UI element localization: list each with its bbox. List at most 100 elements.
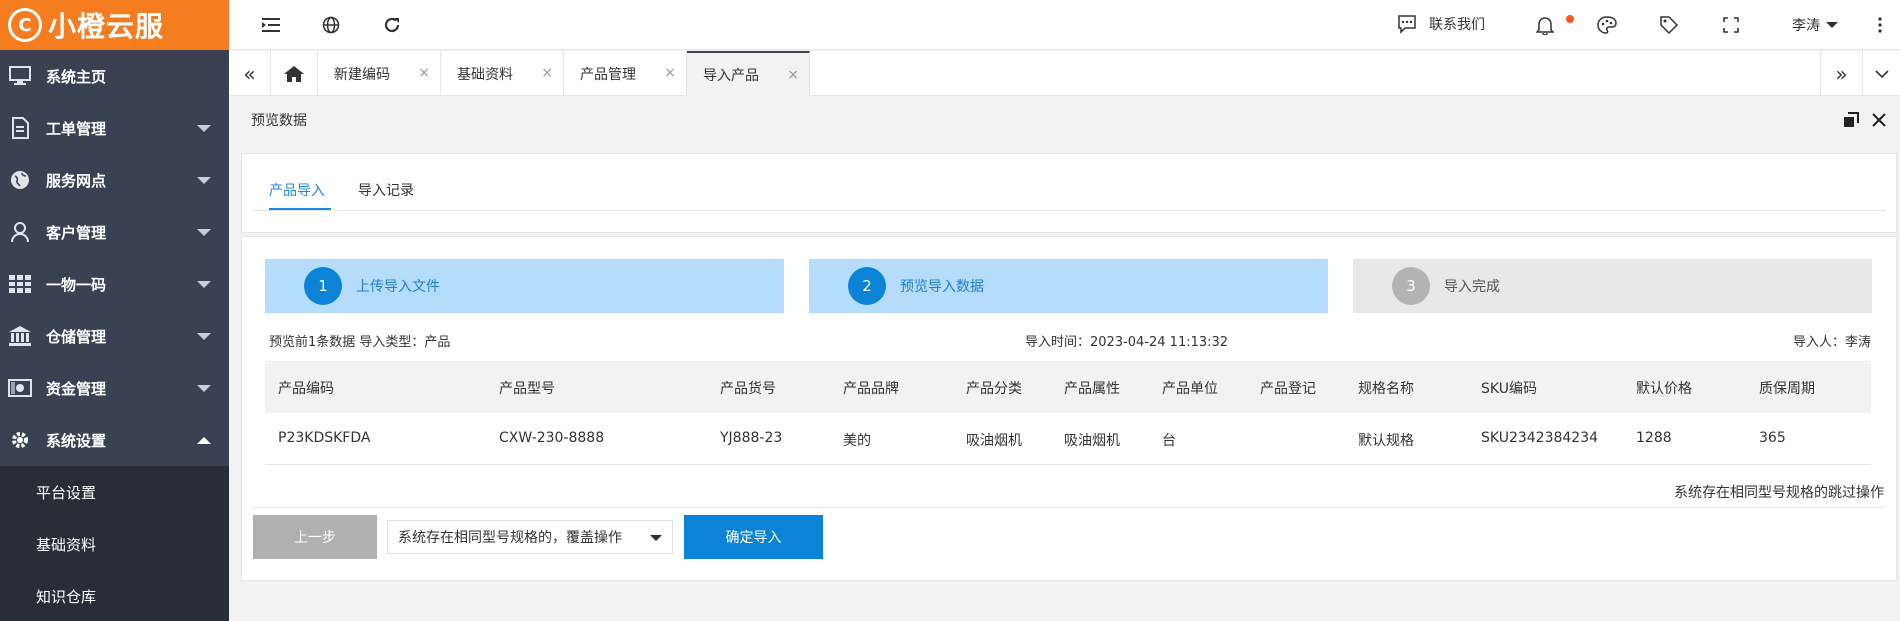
user-name: 李涛 <box>1792 18 1820 34</box>
column-header: 默认价格 <box>1636 381 1692 397</box>
close-icon[interactable]: × <box>418 65 430 81</box>
column-header: 产品属性 <box>1064 381 1120 397</box>
logo-mark-icon: C <box>8 8 42 42</box>
previous-step-button[interactable]: 上一步 <box>253 515 377 559</box>
tab-label: 产品管理 <box>580 66 636 83</box>
settings-submenu: 平台设置 基础资料 知识仓库 <box>0 466 229 621</box>
import-preview-card: 1 上传导入文件 2 预览导入数据 3 导入完成 预览前1条数据 导入类型：产品… <box>241 236 1897 581</box>
step-label: 上传导入文件 <box>356 279 440 295</box>
contact-us-link[interactable]: 联系我们 <box>1397 14 1485 34</box>
restore-window-icon[interactable] <box>1841 110 1861 130</box>
sidebar-item-label: 仓储管理 <box>46 327 107 346</box>
submenu-item-basic-data[interactable]: 基础资料 <box>0 518 229 570</box>
importer: 导入人：李涛 <box>1792 335 1871 350</box>
menu-toggle-icon[interactable] <box>259 13 283 37</box>
step-number: 1 <box>304 267 342 305</box>
globe-icon <box>8 169 32 191</box>
import-tabs-card: 产品导入 导入记录 <box>241 153 1897 233</box>
close-icon[interactable]: × <box>541 65 553 81</box>
sidebar-item-settings[interactable]: 系统设置 <box>0 414 229 466</box>
confirm-import-button[interactable]: 确定导入 <box>684 515 823 559</box>
tab-label: 导入产品 <box>703 67 759 84</box>
caret-up-icon <box>197 437 211 444</box>
close-icon[interactable]: × <box>787 67 799 83</box>
sidebar-item-service-points[interactable]: 服务网点 <box>0 154 229 206</box>
bell-icon[interactable] <box>1533 13 1557 37</box>
caret-down-icon <box>197 333 211 340</box>
home-tab[interactable] <box>271 51 318 96</box>
sidebar-item-workorders[interactable]: 工单管理 <box>0 102 229 154</box>
contact-us-label: 联系我们 <box>1429 17 1485 33</box>
user-icon <box>8 221 32 243</box>
step-number: 3 <box>1392 267 1430 305</box>
duplicate-handling-select[interactable]: 系统存在相同型号规格的，覆盖操作 <box>387 520 673 554</box>
sidebar-item-home[interactable]: 系统主页 <box>0 50 229 102</box>
column-header: 规格名称 <box>1358 381 1414 397</box>
more-vertical-icon[interactable] <box>1868 13 1892 37</box>
table-cell: 台 <box>1162 433 1176 449</box>
sidebar: C 小橙云服 系统主页 工单管理 服务网点 客户管理 一物一码 仓储管理 资金管… <box>0 0 229 621</box>
table-cell: 1288 <box>1636 430 1672 446</box>
page-title: 预览数据 <box>251 113 307 129</box>
globe-icon[interactable] <box>319 13 343 37</box>
sidebar-item-warehouse[interactable]: 仓储管理 <box>0 310 229 362</box>
refresh-icon[interactable] <box>380 13 404 37</box>
preview-table: 产品编码 产品型号 产品货号 产品品牌 产品分类 产品属性 产品单位 产品登记 … <box>265 361 1871 465</box>
tabs-scroll-right-icon[interactable]: » <box>1820 51 1862 96</box>
skip-duplicate-note: 系统存在相同型号规格的跳过操作 <box>1674 485 1884 501</box>
tag-icon[interactable] <box>1657 13 1681 37</box>
submenu-item-knowledge-base[interactable]: 知识仓库 <box>0 570 229 621</box>
tab-new-code[interactable]: 新建编码 × <box>318 51 441 96</box>
column-header: 产品品牌 <box>843 381 899 397</box>
column-header: 质保周期 <box>1759 381 1815 397</box>
sidebar-item-customers[interactable]: 客户管理 <box>0 206 229 258</box>
column-header: 产品货号 <box>720 381 776 397</box>
grid-icon <box>8 273 32 295</box>
column-header: 产品编码 <box>278 381 334 397</box>
chat-icon <box>1397 14 1417 34</box>
user-menu[interactable]: 李涛 <box>1792 15 1838 35</box>
caret-down-icon <box>1826 22 1838 28</box>
column-header: SKU编码 <box>1481 381 1537 397</box>
step-1: 1 上传导入文件 <box>265 259 784 313</box>
table-header: 产品编码 产品型号 产品货号 产品品牌 产品分类 产品属性 产品单位 产品登记 … <box>265 361 1871 413</box>
subtab-import-records[interactable]: 导入记录 <box>358 180 414 200</box>
fullscreen-icon[interactable] <box>1719 13 1743 37</box>
column-header: 产品分类 <box>966 381 1022 397</box>
sidebar-item-qrcode[interactable]: 一物一码 <box>0 258 229 310</box>
close-icon[interactable]: × <box>664 65 676 81</box>
table-cell: 吸油烟机 <box>966 433 1022 449</box>
tab-product-management[interactable]: 产品管理 × <box>564 51 687 96</box>
top-header: 联系我们 李涛 <box>229 0 1900 50</box>
table-cell: 美的 <box>843 433 871 449</box>
tab-label: 新建编码 <box>334 66 390 83</box>
tab-import-products[interactable]: 导入产品 × <box>687 51 810 96</box>
table-cell: P23KDSKFDA <box>278 430 371 446</box>
close-icon[interactable] <box>1869 110 1889 130</box>
sidebar-item-finance[interactable]: 资金管理 <box>0 362 229 414</box>
money-icon <box>8 377 32 399</box>
column-header: 产品型号 <box>499 381 555 397</box>
brand-name: 小橙云服 <box>48 10 165 43</box>
home-icon <box>283 65 305 83</box>
tabs-dropdown-icon[interactable] <box>1862 51 1900 96</box>
theme-palette-icon[interactable] <box>1595 13 1619 37</box>
bank-icon <box>8 325 32 347</box>
step-label: 导入完成 <box>1444 279 1500 295</box>
sidebar-item-label: 资金管理 <box>46 379 107 398</box>
table-cell: 吸油烟机 <box>1064 433 1120 449</box>
tab-basic-data[interactable]: 基础资料 × <box>441 51 564 96</box>
notification-dot <box>1566 15 1574 23</box>
submenu-item-platform-settings[interactable]: 平台设置 <box>0 466 229 518</box>
page-tabs: « 新建编码 × 基础资料 × 产品管理 × 导入产品 × » <box>229 51 1900 96</box>
caret-down-icon <box>197 281 211 288</box>
logo[interactable]: C 小橙云服 <box>0 0 229 50</box>
preview-summary: 预览前1条数据 导入类型：产品 <box>269 335 451 350</box>
caret-down-icon <box>650 535 662 541</box>
tab-label: 基础资料 <box>457 66 513 83</box>
subtab-product-import[interactable]: 产品导入 <box>269 180 325 200</box>
sidebar-item-label: 服务网点 <box>46 171 107 190</box>
gear-icon <box>8 429 32 451</box>
table-cell: 默认规格 <box>1358 433 1414 449</box>
tabs-scroll-left-icon[interactable]: « <box>229 51 271 96</box>
